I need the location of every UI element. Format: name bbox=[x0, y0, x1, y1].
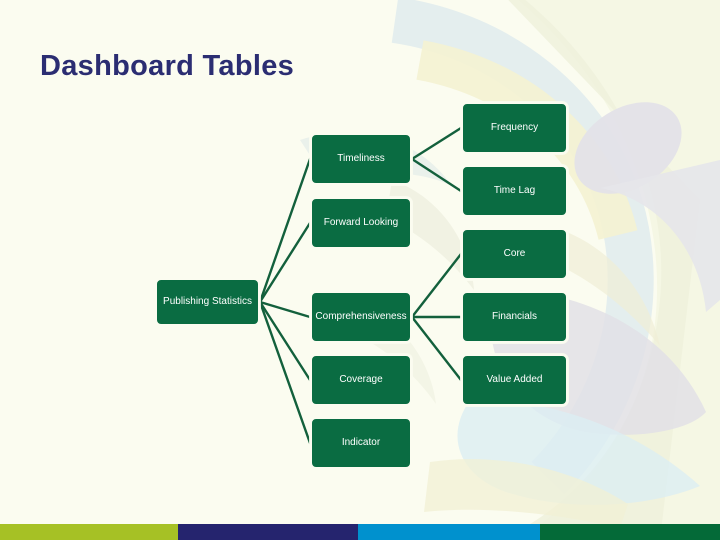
connector-publishing-statistics-to-forward-looking bbox=[258, 221, 312, 304]
diagram-node-publishing-statistics[interactable]: Publishing Statistics bbox=[155, 278, 260, 326]
diagram-node-coverage[interactable]: Coverage bbox=[310, 354, 412, 406]
footer-segment-lime bbox=[0, 524, 178, 540]
diagram-node-indicator[interactable]: Indicator bbox=[310, 417, 412, 469]
connector-comprehensiveness-to-value-added bbox=[410, 315, 463, 382]
diagram-node-forward-looking[interactable]: Forward Looking bbox=[310, 197, 412, 249]
diagram-node-financials[interactable]: Financials bbox=[461, 291, 568, 343]
connector-comprehensiveness-to-core bbox=[410, 252, 463, 319]
footer-color-bar bbox=[0, 524, 720, 540]
footer-segment-green bbox=[540, 524, 720, 540]
diagram-node-timeliness[interactable]: Timeliness bbox=[310, 133, 412, 185]
footer-segment-navy bbox=[178, 524, 358, 540]
connector-publishing-statistics-to-timeliness bbox=[258, 157, 312, 304]
footer-segment-cyan bbox=[358, 524, 540, 540]
slide-canvas: Dashboard Tables Publishing Statistics Ti… bbox=[0, 0, 720, 540]
org-diagram: Publishing Statistics Timeliness Forward L… bbox=[0, 0, 720, 540]
diagram-node-comprehensiveness[interactable]: Comprehensiveness bbox=[310, 291, 412, 343]
connector-publishing-statistics-to-indicator bbox=[258, 300, 312, 445]
diagram-node-frequency[interactable]: Frequency bbox=[461, 102, 568, 154]
connector-timeliness-to-time-lag bbox=[410, 157, 463, 193]
diagram-node-value-added[interactable]: Value Added bbox=[461, 354, 568, 406]
diagram-node-time-lag[interactable]: Time Lag bbox=[461, 165, 568, 217]
connector-timeliness-to-frequency bbox=[410, 126, 463, 161]
diagram-node-core[interactable]: Core bbox=[461, 228, 568, 280]
